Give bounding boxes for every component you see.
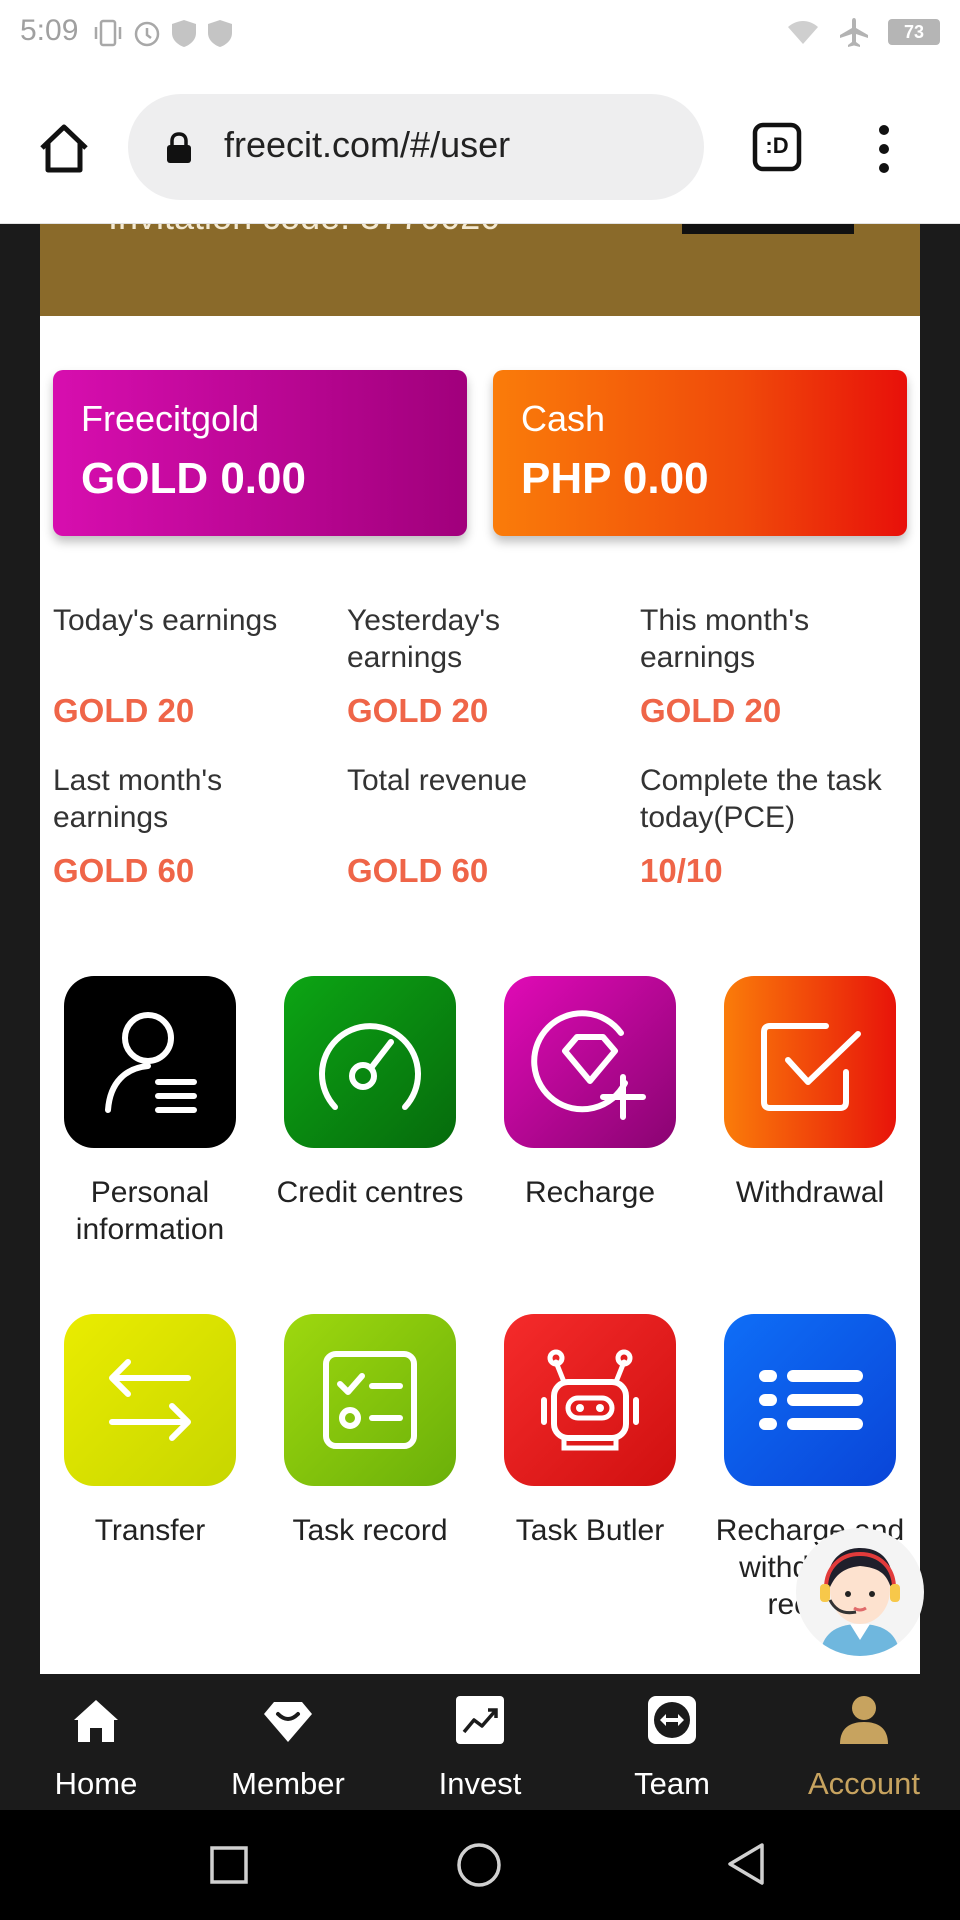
app-recharge[interactable]: Recharge bbox=[480, 976, 700, 1211]
app-transfer[interactable]: Transfer bbox=[40, 1314, 260, 1549]
shield-icon bbox=[208, 20, 232, 47]
customer-support-button[interactable] bbox=[796, 1528, 924, 1656]
nav-label: Account bbox=[807, 1766, 920, 1801]
stat-value: GOLD 20 bbox=[53, 692, 195, 729]
stat-label: Last month's earnings bbox=[53, 764, 223, 834]
airplane-icon bbox=[840, 18, 868, 47]
app-label: Credit centres bbox=[276, 1176, 464, 1209]
app-personal-information[interactable]: Personal information bbox=[40, 976, 260, 1248]
nav-account[interactable]: Account bbox=[768, 1674, 960, 1810]
app-task-record[interactable]: Task record bbox=[260, 1314, 480, 1549]
status-left-icons bbox=[92, 18, 234, 48]
app-icon-bg bbox=[724, 976, 896, 1148]
tab-switcher-button[interactable]: :D bbox=[752, 122, 802, 172]
shield-icon bbox=[172, 20, 196, 47]
trend-icon bbox=[456, 1696, 504, 1744]
back-icon[interactable] bbox=[726, 1842, 766, 1886]
vibrate-icon bbox=[94, 19, 122, 47]
nav-label: Member bbox=[231, 1766, 345, 1801]
app-credit-centres[interactable]: Credit centres bbox=[260, 976, 480, 1211]
url-bar[interactable]: freecit.com/#/user bbox=[128, 94, 704, 200]
app-icon-bg bbox=[284, 1314, 456, 1486]
nav-label: Invest bbox=[438, 1766, 522, 1801]
app-task-butler[interactable]: Task Butler bbox=[480, 1314, 700, 1549]
card-label: Freecitgold bbox=[81, 398, 260, 439]
list-icon bbox=[759, 1370, 863, 1430]
tab-switcher-label: :D bbox=[765, 133, 789, 158]
app-label: Transfer bbox=[94, 1514, 206, 1547]
home-icon bbox=[74, 1700, 118, 1742]
home-circle-icon[interactable] bbox=[456, 1842, 502, 1888]
system-navigation-bar bbox=[0, 1810, 960, 1920]
status-right: 73 bbox=[786, 16, 940, 48]
browser-toolbar: freecit.com/#/user :D bbox=[0, 70, 960, 224]
freecitgold-balance-card[interactable]: Freecitgold GOLD 0.00 bbox=[53, 370, 467, 536]
account-icon bbox=[840, 1696, 888, 1744]
lock-icon bbox=[167, 132, 191, 163]
stat-today-earnings: Today's earnings bbox=[53, 602, 323, 639]
card-label: Cash bbox=[521, 398, 606, 439]
stat-last-month-earnings: Last month's earnings bbox=[53, 762, 293, 836]
nav-label: Home bbox=[54, 1766, 138, 1801]
app-icon-bg bbox=[64, 976, 236, 1148]
wifi-icon bbox=[788, 21, 818, 44]
stat-label: Yesterday's earnings bbox=[347, 604, 501, 674]
battery-indicator: 73 bbox=[888, 19, 940, 45]
cash-balance-card[interactable]: Cash PHP 0.00 bbox=[493, 370, 907, 536]
bottom-navigation: Home Member Invest Team Account bbox=[0, 1674, 960, 1810]
app-label: Task record bbox=[292, 1514, 448, 1547]
invitation-banner: Invitation code: 3770020 bbox=[40, 224, 920, 316]
stat-value: GOLD 60 bbox=[347, 852, 489, 889]
stat-value: 10/10 bbox=[640, 852, 723, 889]
gauge-icon bbox=[319, 1023, 421, 1110]
recents-icon[interactable] bbox=[210, 1846, 248, 1884]
stat-value: GOLD 60 bbox=[53, 852, 195, 889]
app-icon-bg bbox=[724, 1314, 896, 1486]
nav-team[interactable]: Team bbox=[576, 1674, 768, 1810]
stat-label: Total revenue bbox=[347, 764, 528, 797]
status-bar: 5:09 73 bbox=[0, 0, 960, 70]
stat-label: This month's earnings bbox=[640, 604, 810, 674]
browser-home-icon[interactable] bbox=[36, 120, 92, 176]
support-agent-icon bbox=[820, 1548, 900, 1656]
checkbox-icon bbox=[761, 1023, 861, 1111]
app-label: Task Butler bbox=[515, 1514, 665, 1547]
url-text: freecit.com/#/user bbox=[224, 124, 511, 165]
app-withdrawal[interactable]: Withdrawal bbox=[700, 976, 920, 1211]
status-time: 5:09 bbox=[20, 14, 79, 47]
app-icon-bg bbox=[64, 1314, 236, 1486]
stat-label: Complete the task today(PCE) bbox=[640, 764, 882, 834]
diamond-plus-icon bbox=[531, 1010, 646, 1120]
transfer-arrows-icon bbox=[109, 1359, 191, 1441]
more-menu-icon[interactable] bbox=[872, 124, 896, 174]
nav-member[interactable]: Member bbox=[192, 1674, 384, 1810]
card-value: PHP 0.00 bbox=[521, 454, 709, 503]
app-label: Recharge bbox=[524, 1176, 656, 1209]
nav-label: Team bbox=[634, 1766, 710, 1801]
nav-invest[interactable]: Invest bbox=[384, 1674, 576, 1810]
team-icon bbox=[648, 1696, 696, 1744]
stat-tasks-today: Complete the task today(PCE) bbox=[640, 762, 910, 836]
stat-total-revenue: Total revenue bbox=[347, 762, 617, 799]
stat-yesterday-earnings: Yesterday's earnings bbox=[347, 602, 587, 676]
account-content: Invitation code: 3770020 Freecitgold GOL… bbox=[40, 224, 920, 1674]
robot-icon bbox=[541, 1349, 639, 1451]
stat-this-month-earnings: This month's earnings bbox=[640, 602, 880, 676]
app-icon-bg bbox=[284, 976, 456, 1148]
alarm-icon bbox=[134, 21, 160, 47]
card-value: GOLD 0.00 bbox=[81, 454, 306, 503]
stat-value: GOLD 20 bbox=[347, 692, 489, 729]
checklist-icon bbox=[323, 1351, 417, 1449]
stat-label: Today's earnings bbox=[53, 604, 278, 637]
invitation-code: Invitation code: 3770020 bbox=[108, 224, 500, 238]
nav-home[interactable]: Home bbox=[0, 1674, 192, 1810]
app-label: Personal information bbox=[75, 1176, 225, 1246]
app-label: Withdrawal bbox=[735, 1176, 885, 1209]
app-icon-bg bbox=[504, 1314, 676, 1486]
person-icon bbox=[105, 1012, 197, 1113]
app-icon-bg bbox=[504, 976, 676, 1148]
stat-value: GOLD 20 bbox=[640, 692, 782, 729]
diamond-icon bbox=[264, 1702, 312, 1742]
copy-button[interactable] bbox=[682, 224, 854, 234]
